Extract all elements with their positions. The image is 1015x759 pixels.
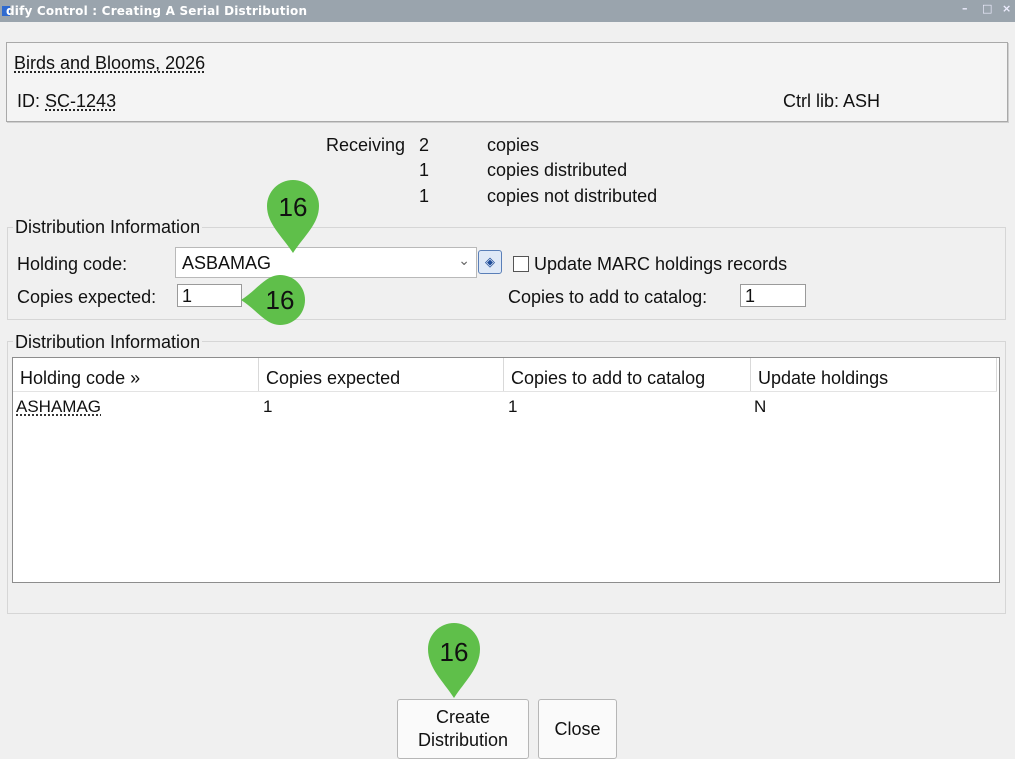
- update-marc-holdings-label: Update MARC holdings records: [534, 254, 788, 274]
- receiving-count: 2: [419, 135, 430, 155]
- cell-update-holdings: N: [754, 397, 767, 416]
- create-button-line1: Create: [435, 707, 491, 727]
- id-row: ID: SC-1243: [17, 91, 116, 112]
- close-button[interactable]: Close: [538, 699, 617, 759]
- window-title: dify Control : Creating A Serial Distrib…: [6, 4, 308, 18]
- lookup-icon: ◈: [485, 254, 495, 269]
- create-button-line2: Distribution: [417, 730, 509, 750]
- id-label: ID:: [17, 91, 41, 111]
- id-value-link[interactable]: SC-1243: [45, 91, 116, 111]
- holding-code-value: ASBAMAG: [182, 253, 272, 273]
- column-header-copies-expected[interactable]: Copies expected: [259, 358, 504, 391]
- update-marc-holdings-checkbox[interactable]: [513, 256, 529, 272]
- table-row[interactable]: ASHAMAG 1 1 N: [13, 394, 997, 420]
- cell-copies-to-add: 1: [508, 397, 518, 416]
- distribution-form-group-label: Distribution Information: [13, 217, 203, 238]
- not-distributed-text: copies not distributed: [487, 186, 658, 206]
- step-marker-copies-expected: 16: [240, 274, 306, 326]
- distribution-table: Holding code » Copies expected Copies to…: [12, 357, 1000, 583]
- holding-code-select[interactable]: ASBAMAG ⌄: [175, 247, 477, 278]
- table-header: Holding code » Copies expected Copies to…: [13, 358, 997, 392]
- cell-copies-expected: 1: [263, 397, 273, 416]
- copies-expected-input[interactable]: 1: [177, 284, 242, 307]
- not-distributed-count: 1: [419, 186, 430, 206]
- step-marker-create-distribution: 16: [427, 621, 481, 699]
- close-window-button[interactable]: ×: [1002, 2, 1011, 15]
- step-marker-copies-label: 16: [266, 285, 295, 315]
- receiving-text: copies: [487, 135, 540, 155]
- distributed-count: 1: [419, 160, 430, 180]
- copies-expected-label: Copies expected:: [17, 287, 157, 307]
- receiving-label: Receiving: [326, 135, 406, 155]
- serial-header-panel: Birds and Blooms, 2026 ID: SC-1243 Ctrl …: [6, 42, 1008, 122]
- ctrl-lib: Ctrl lib: ASH: [783, 91, 881, 111]
- cell-holding-code[interactable]: ASHAMAG: [16, 394, 101, 420]
- copies-to-add-label: Copies to add to catalog:: [508, 287, 708, 307]
- column-header-copies-to-add[interactable]: Copies to add to catalog: [504, 358, 751, 391]
- distribution-table-group-label: Distribution Information: [13, 332, 203, 353]
- step-marker-holding-label: 16: [279, 192, 308, 222]
- column-header-holding-code[interactable]: Holding code »: [13, 358, 259, 391]
- column-header-update-holdings[interactable]: Update holdings: [751, 358, 997, 391]
- minimize-button[interactable]: –: [962, 2, 968, 15]
- step-marker-create-label: 16: [440, 637, 469, 667]
- step-marker-holding-code: 16: [266, 178, 320, 254]
- holding-code-label: Holding code:: [17, 254, 128, 274]
- window-titlebar: dify Control : Creating A Serial Distrib…: [0, 0, 1015, 22]
- chevron-down-icon: ⌄: [458, 252, 470, 268]
- distributed-text: copies distributed: [487, 160, 628, 180]
- serial-title-link[interactable]: Birds and Blooms, 2026: [14, 53, 205, 74]
- create-distribution-button[interactable]: Create Distribution: [397, 699, 529, 759]
- copies-to-add-input[interactable]: 1: [740, 284, 806, 307]
- holding-code-lookup-button[interactable]: ◈: [478, 250, 502, 274]
- maximize-button[interactable]: □: [982, 2, 992, 15]
- distribution-form-group: [7, 227, 1006, 320]
